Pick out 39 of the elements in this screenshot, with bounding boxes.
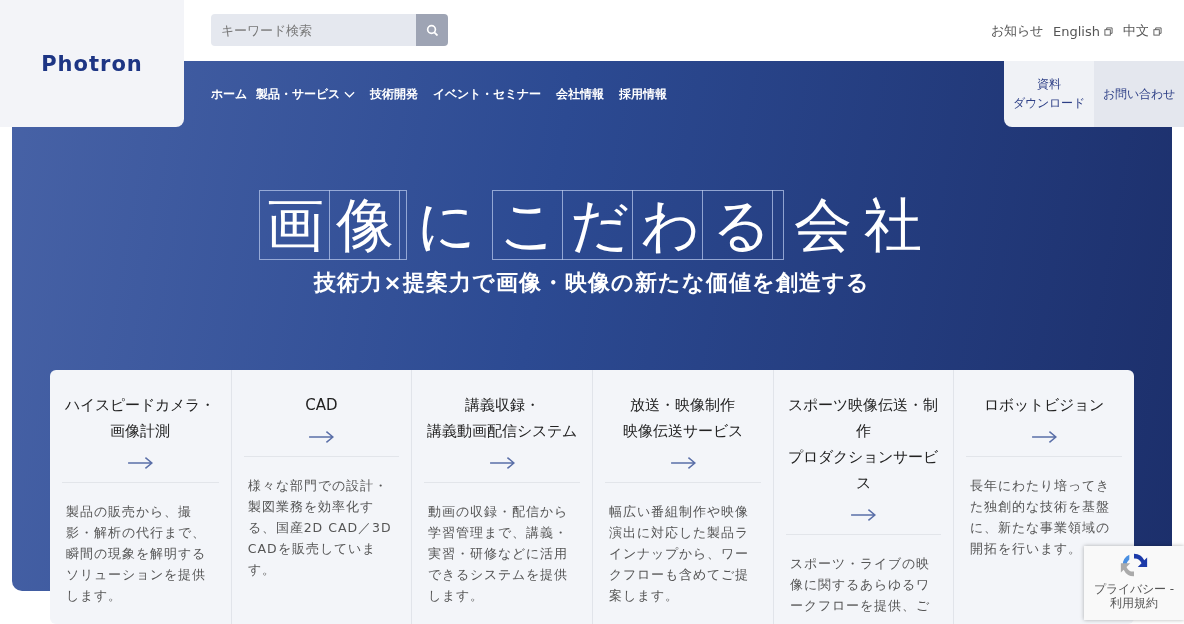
headline-text: こだわる (491, 190, 784, 260)
action-button[interactable]: 資料 ダウンロード (1004, 61, 1094, 127)
arrow-right-icon (669, 456, 696, 470)
recaptcha-links[interactable]: プライバシー - 利用規約 (1089, 582, 1179, 610)
logo[interactable]: Photron (41, 51, 143, 76)
card-title[interactable]: 放送・映像制作 映像伝送サービス (622, 392, 743, 444)
card-title[interactable]: CAD (305, 392, 338, 418)
top-link[interactable]: English (1053, 22, 1113, 40)
nav-link[interactable]: 製品・サービス (256, 87, 355, 101)
action-button[interactable]: お問い合わせ (1094, 61, 1184, 127)
search-button[interactable] (416, 14, 448, 46)
card-title[interactable]: スポーツ映像伝送・制作 プロダクションサービス (787, 392, 940, 496)
arrow-right-icon (127, 456, 154, 470)
card-description: スポーツ・ライブの映像に関するあらゆるワークフローを提供、ご (788, 555, 931, 615)
top-link[interactable]: お知らせ (991, 22, 1044, 40)
card-description: 様々な部門での設計・製図業務を効率化する、国産2D CAD／3D CADを販売しています。 (246, 477, 393, 579)
nav-link[interactable]: 会社情報 (556, 87, 604, 101)
card-description: 動画の収録・配信から学習管理まで、講義・実習・研修などに活用できるシステムを提供します。 (427, 503, 570, 605)
search-field[interactable]: キーワード検索 (211, 14, 416, 46)
hero-subtitle: 技術力×提案力で画像・映像の新たな価値を創造する (312, 269, 871, 297)
card-title[interactable]: ロボットビジョン (984, 392, 1105, 418)
card-description: 製品の販売から、撮影・解析の代行まで、瞬間の現象を解明するソリューションを提供します。 (65, 503, 207, 605)
arrow-right-icon (1031, 430, 1058, 444)
headline-text: 会社 (792, 191, 934, 259)
arrow-right-icon (308, 430, 335, 444)
nav-link[interactable]: 技術開発 (370, 87, 418, 101)
top-link[interactable]: 中文 (1123, 22, 1162, 40)
card-title[interactable]: ハイスピードカメラ・ 画像計測 (65, 392, 216, 444)
arrow-right-icon (850, 508, 877, 522)
search-icon (426, 24, 438, 36)
card-description: 幅広い番組制作や映像演出に対応した製品ラインナップから、ワークフローも含めてご提案します。 (608, 503, 750, 605)
card-description: 長年にわたり培ってきた独創的な技術を基盤に、新たな事業領域の開拓を行います。 (969, 477, 1112, 558)
card-title[interactable]: 講義収録・ 講義動画配信システム (427, 392, 578, 444)
headline-text: 画像 (258, 190, 407, 260)
headline-text: に (415, 191, 488, 259)
nav-link[interactable]: イベント・セミナー (433, 87, 541, 101)
nav-link[interactable]: ホーム (211, 87, 247, 101)
nav-link[interactable]: 採用情報 (619, 87, 667, 101)
arrow-right-icon (489, 456, 516, 470)
